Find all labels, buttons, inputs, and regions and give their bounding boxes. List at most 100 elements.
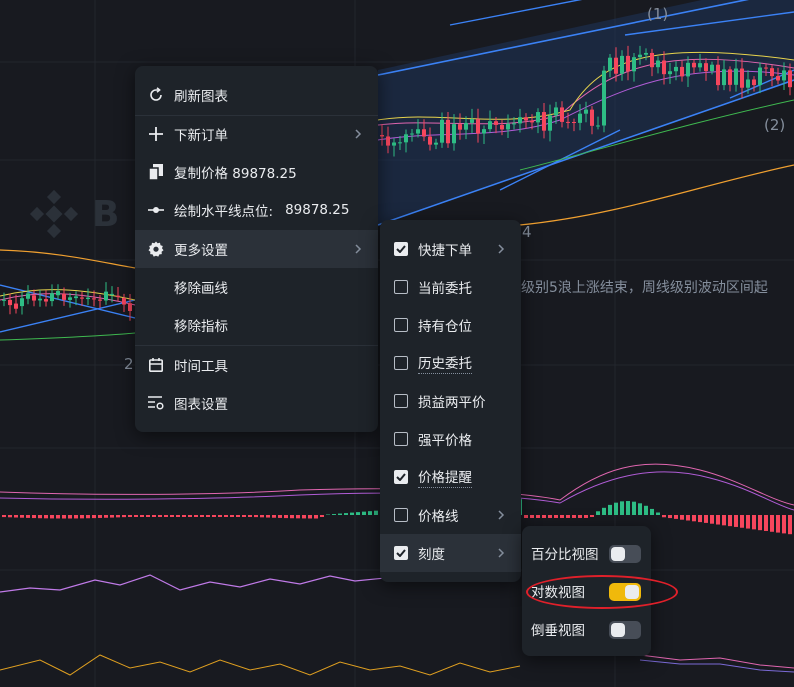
menu-item-percentage-view[interactable]: 百分比视图 <box>522 534 651 572</box>
candle-body <box>452 124 456 144</box>
macd-bar <box>146 515 150 517</box>
macd-bar <box>152 515 156 517</box>
candle-body <box>746 79 750 88</box>
menu-item-inverted-view[interactable]: 倒垂视图 <box>522 610 651 648</box>
checkbox-checked-icon[interactable] <box>394 470 408 484</box>
macd-bar <box>272 515 276 518</box>
oscillator-line-pink <box>639 654 794 669</box>
menu-item-remove-indicators[interactable]: 移除指标 <box>135 306 378 344</box>
wave-label: 4 <box>522 223 532 241</box>
macd-bar <box>560 515 564 518</box>
checkbox-unchecked-icon[interactable] <box>394 394 408 408</box>
candle-body <box>428 136 432 145</box>
candle-body <box>698 63 702 68</box>
candle-body <box>632 57 636 72</box>
menu-item-copy-price[interactable]: 复制价格 89878.25 <box>135 153 378 191</box>
menu-item-new-order[interactable]: 下新订单 <box>135 115 378 153</box>
checkbox-checked-icon[interactable] <box>394 242 408 256</box>
candle-body <box>518 117 522 124</box>
candle-body <box>380 135 384 137</box>
macd-bar <box>746 515 750 529</box>
candle-body <box>674 66 678 72</box>
macd-bar <box>590 515 594 517</box>
checkbox-unchecked-icon[interactable] <box>394 356 408 370</box>
menu-item-refresh-chart[interactable]: 刷新图表 <box>135 76 378 114</box>
menu-item-label: 强平价格 <box>418 433 472 449</box>
macd-bar <box>722 515 726 526</box>
macd-bar <box>86 515 90 519</box>
menu-item-time-tools[interactable]: 时间工具 <box>135 346 378 384</box>
menu-item-scale[interactable]: 刻度 <box>380 534 521 572</box>
menu-item-log-view[interactable]: 对数视图 <box>522 572 651 610</box>
menu-item-draw-horizontal-line[interactable]: 绘制水平线点位: 89878.25 <box>135 191 378 229</box>
menu-item-remove-drawings[interactable]: 移除画线 <box>135 268 378 306</box>
macd-bar <box>98 515 102 518</box>
horizontal-line-price: 89878.25 <box>285 202 350 218</box>
menu-item-quick-order[interactable]: 快捷下单 <box>380 230 521 268</box>
candle-body <box>14 303 18 309</box>
oscillator-line-orange <box>0 654 521 676</box>
channel-line <box>449 0 583 26</box>
refresh-icon <box>147 86 165 104</box>
inverted-view-toggle[interactable] <box>609 621 641 639</box>
horizontal-line-icon <box>147 201 165 219</box>
checkbox-unchecked-icon[interactable] <box>394 318 408 332</box>
wave-label: (2) <box>764 116 786 134</box>
menu-item-label: 下新订单 <box>174 128 228 144</box>
macd-bar <box>758 515 762 531</box>
binance-logo-icon <box>29 189 79 239</box>
macd-bar <box>230 515 234 517</box>
gear-icon <box>147 240 165 258</box>
macd-bar <box>206 515 210 517</box>
candle-body <box>494 121 498 125</box>
menu-item-price-alerts[interactable]: 价格提醒 <box>380 458 521 496</box>
candle-body <box>728 69 732 85</box>
menu-item-order-history[interactable]: 历史委托 <box>380 344 521 382</box>
candle-body <box>638 54 642 58</box>
menu-item-open-orders[interactable]: 当前委托 <box>380 268 521 306</box>
candle-body <box>722 69 726 86</box>
checkbox-checked-icon[interactable] <box>394 546 408 560</box>
macd-bar <box>332 514 336 515</box>
menu-item-chart-settings[interactable]: 图表设置 <box>135 384 378 422</box>
macd-bar <box>62 515 66 519</box>
macd-bar <box>728 515 732 527</box>
candle-body <box>44 299 48 302</box>
checkbox-unchecked-icon[interactable] <box>394 508 408 522</box>
menu-item-break-even-price[interactable]: 损益两平价 <box>380 382 521 420</box>
checkbox-unchecked-icon[interactable] <box>394 280 408 294</box>
menu-item-label: 移除画线 <box>174 281 228 297</box>
macd-bar <box>668 515 672 519</box>
macd-bar <box>26 515 30 518</box>
checkbox-unchecked-icon[interactable] <box>394 432 408 446</box>
macd-bar <box>38 515 42 519</box>
percentage-view-toggle[interactable] <box>609 545 641 563</box>
menu-item-label: 当前委托 <box>418 281 472 297</box>
menu-item-label: 刷新图表 <box>174 89 228 105</box>
macd-bar <box>764 515 768 531</box>
context-menu: 刷新图表 下新订单 复制价格 89878.25 绘制水平线点位: 89878.2… <box>135 66 378 432</box>
macd-bar <box>92 515 96 519</box>
log-view-toggle[interactable] <box>609 583 641 601</box>
menu-item-positions[interactable]: 持有仓位 <box>380 306 521 344</box>
candle-body <box>650 52 654 68</box>
macd-bar <box>788 515 792 535</box>
menu-item-more-settings[interactable]: 更多设置 <box>135 230 378 268</box>
menu-item-label: 百分比视图 <box>531 547 599 563</box>
candle-body <box>782 70 786 81</box>
candle-body <box>422 129 426 137</box>
candle-body <box>476 119 480 134</box>
macd-bar <box>620 501 624 515</box>
candle-body <box>596 125 600 127</box>
candle-body <box>416 129 420 134</box>
macd-bar <box>218 515 222 517</box>
menu-item-liquidation-price[interactable]: 强平价格 <box>380 420 521 458</box>
candle-body <box>20 298 24 307</box>
macd-bar <box>554 515 558 518</box>
candle-body <box>692 62 696 68</box>
candle-body <box>86 297 90 300</box>
menu-item-label: 持有仓位 <box>418 319 472 335</box>
chevron-right-icon <box>350 125 366 143</box>
rsi-line <box>0 574 386 593</box>
menu-item-price-line[interactable]: 价格线 <box>380 496 521 534</box>
